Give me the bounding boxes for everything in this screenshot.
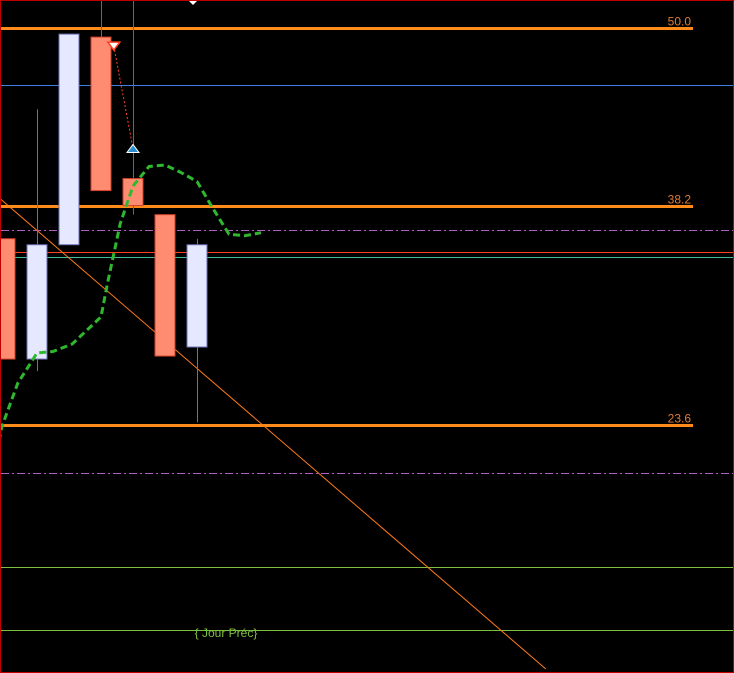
candle-body-6[interactable] [186, 244, 208, 348]
candle-body-0[interactable] [1, 238, 16, 360]
candle-body-3[interactable] [90, 36, 112, 192]
moving-average-line[interactable] [1, 163, 262, 570]
fib-label-23.6: 23.6 [668, 412, 692, 426]
fib-label-50.0: 50.0 [668, 15, 692, 29]
previous-day-annotation: { Jour Préc} [195, 626, 258, 640]
fib-label-38.2: 38.2 [668, 193, 692, 207]
trendline[interactable] [1, 173, 547, 670]
top-scroll-marker-icon[interactable] [189, 1, 197, 5]
buy-arrow-icon[interactable] [126, 143, 140, 153]
trade-connector [113, 46, 134, 149]
chart-area[interactable]: 50.0 38.2 23.6 { Jour Préc} [0, 0, 734, 673]
price-chart-svg[interactable]: 50.0 38.2 23.6 { Jour Préc} [1, 1, 733, 672]
candle-body-5[interactable] [154, 214, 176, 357]
candle-body-4[interactable] [122, 178, 144, 207]
candle-body-1[interactable] [26, 244, 48, 360]
candle-body-2[interactable] [58, 33, 80, 246]
